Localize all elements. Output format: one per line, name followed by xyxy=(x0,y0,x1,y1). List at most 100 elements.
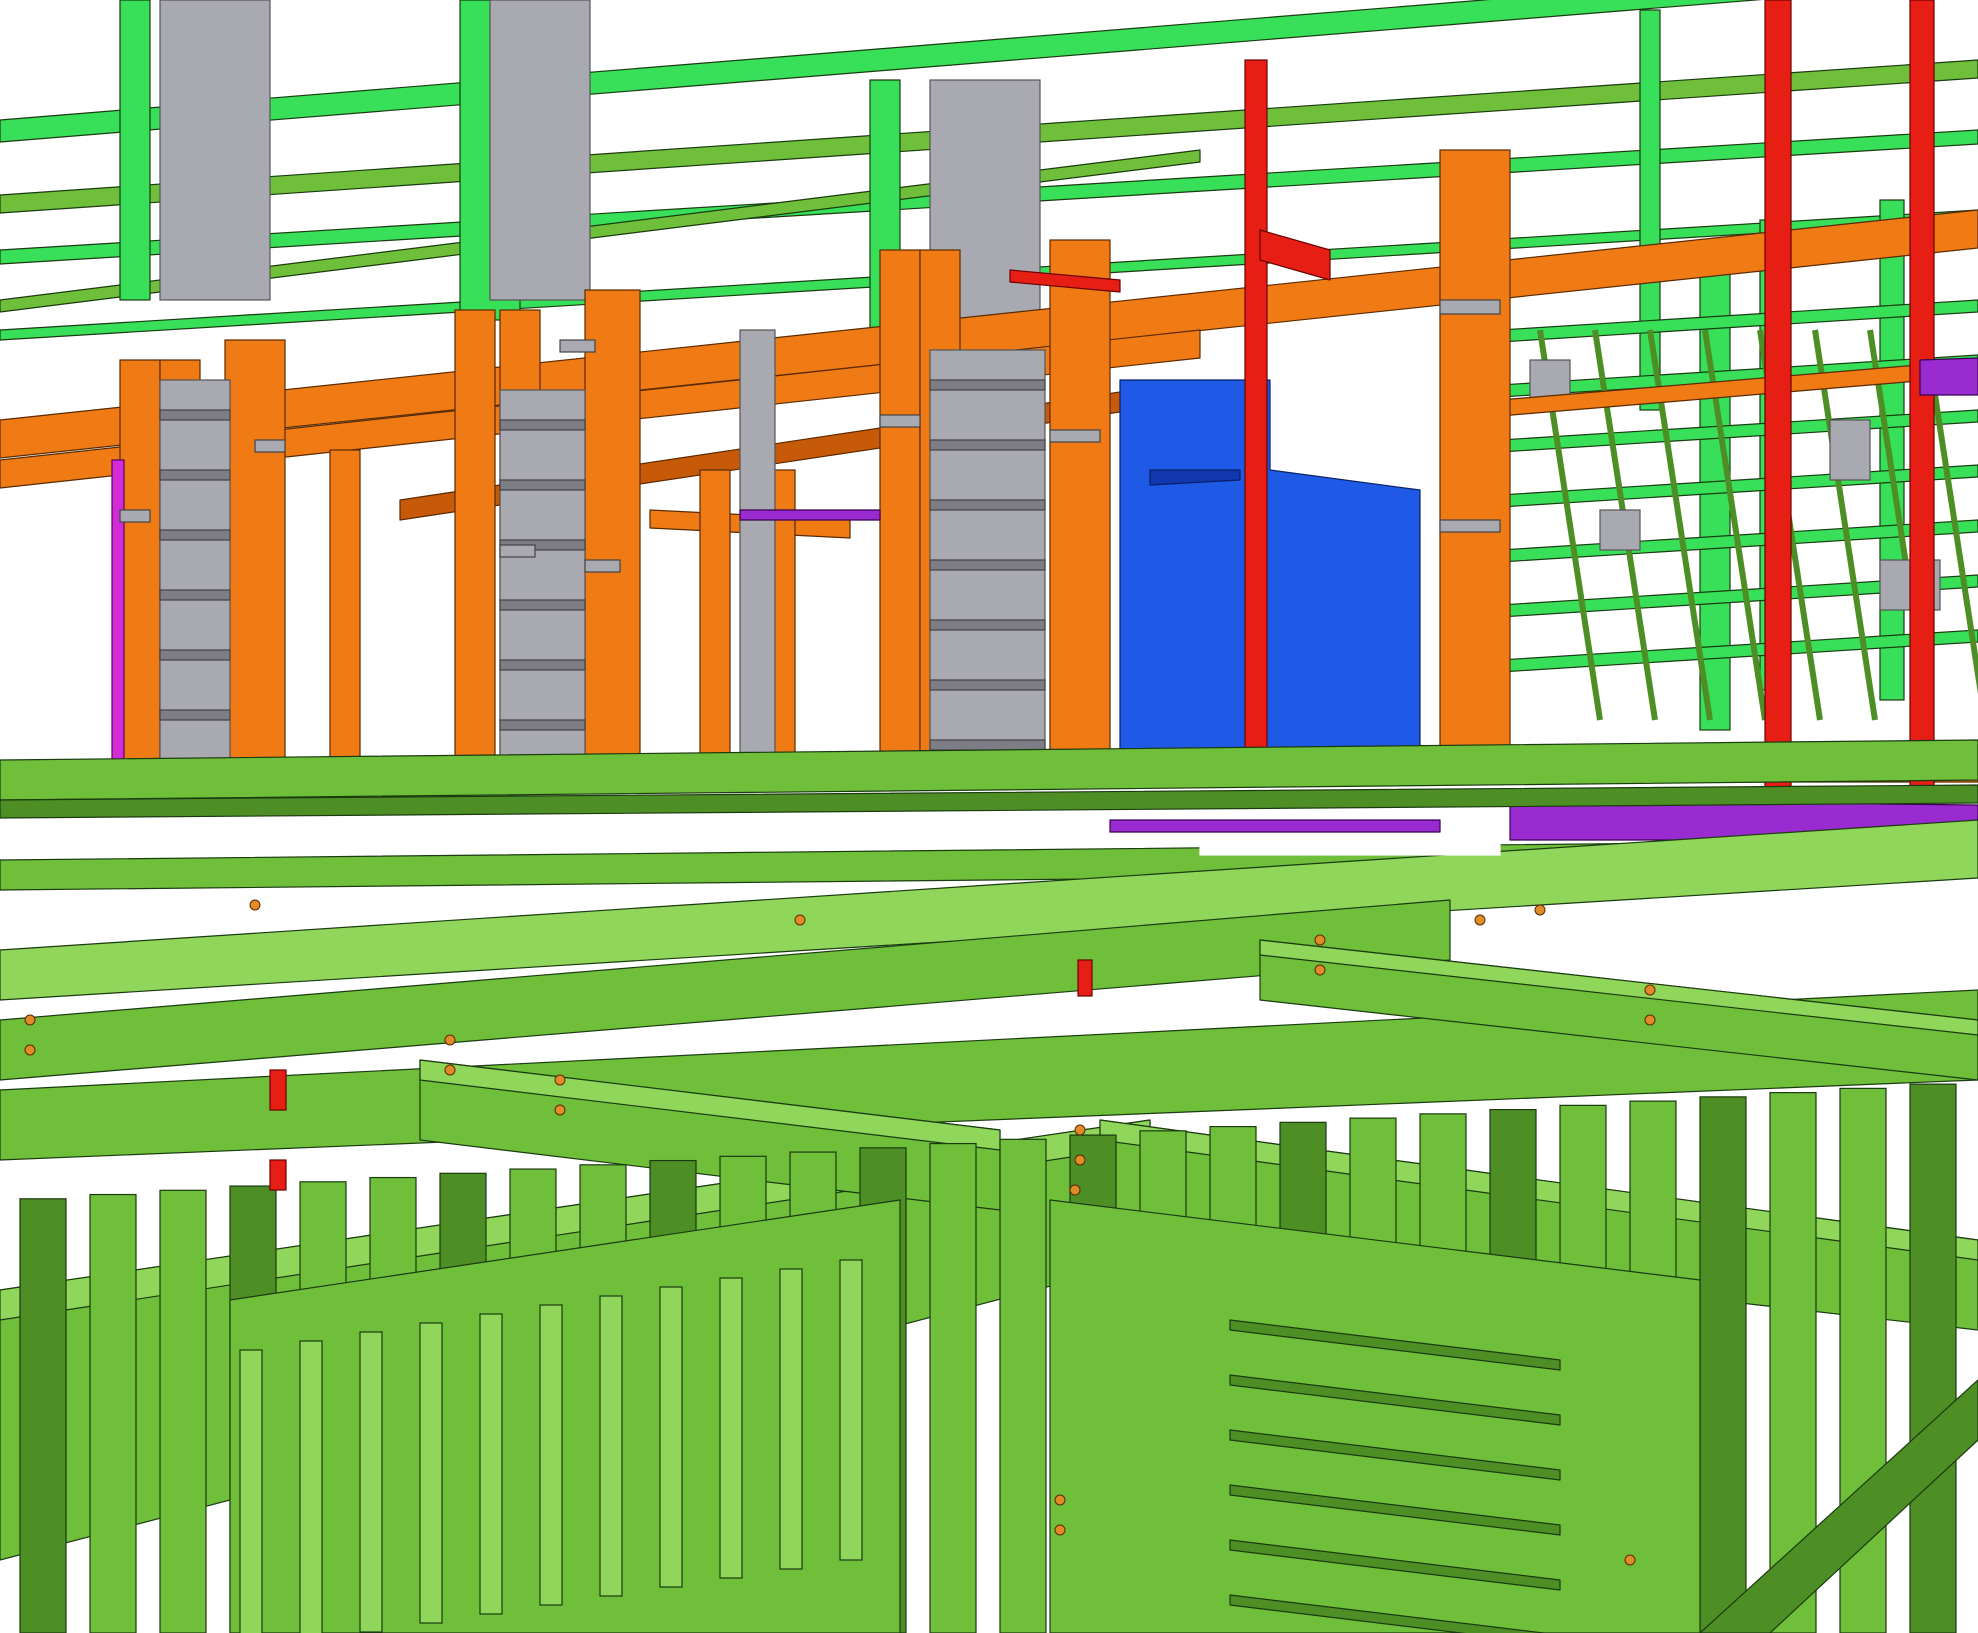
under-floor-web-stiffener xyxy=(89,1193,137,1633)
gray-clip-angle xyxy=(254,439,286,453)
vertical-stiffener xyxy=(359,1331,383,1633)
gray-web-plate xyxy=(159,379,231,761)
gray-column-plate xyxy=(159,0,271,301)
gray-gusset-plate xyxy=(1599,509,1641,551)
bolt xyxy=(24,1044,36,1056)
gray-stiffener xyxy=(929,619,1046,631)
vertical-stiffener xyxy=(839,1259,863,1561)
gray-web-plate xyxy=(739,329,776,761)
background-green-column xyxy=(1639,9,1661,411)
bolt xyxy=(1054,1494,1066,1506)
orange-column xyxy=(1049,239,1111,761)
blue-equipment-block xyxy=(1119,379,1421,761)
gray-stiffener xyxy=(929,559,1046,571)
gray-stiffener xyxy=(499,719,586,731)
vertical-stiffener xyxy=(479,1313,503,1615)
vertical-stiffener xyxy=(599,1295,623,1597)
gray-stiffener xyxy=(159,589,231,601)
vertical-stiffener xyxy=(539,1304,563,1606)
bolt xyxy=(1074,1154,1086,1166)
under-floor-web-stiffener xyxy=(19,1198,67,1633)
under-floor-web-stiffener xyxy=(929,1142,977,1633)
under-floor-web-stiffener xyxy=(1909,1083,1957,1633)
gray-stiffener xyxy=(929,379,1046,391)
purple-deck xyxy=(739,509,881,521)
gray-stiffener xyxy=(929,499,1046,511)
bolt xyxy=(1644,984,1656,996)
right-truss-chord xyxy=(1499,299,1978,343)
gray-clip-angle xyxy=(1439,299,1501,315)
bolt xyxy=(1534,904,1546,916)
vertical-stiffener xyxy=(419,1322,443,1624)
orange-column xyxy=(119,359,161,761)
orange-column xyxy=(224,339,286,761)
red-end-plate xyxy=(269,1159,287,1191)
bolt xyxy=(249,899,261,911)
under-floor-web-stiffener xyxy=(999,1138,1047,1633)
bolt xyxy=(1314,964,1326,976)
bolt xyxy=(554,1074,566,1086)
under-floor-web-stiffener xyxy=(159,1189,207,1633)
bolt xyxy=(794,914,806,926)
red-brace xyxy=(1259,229,1331,281)
gray-stiffener xyxy=(499,479,586,491)
bolt xyxy=(1474,914,1486,926)
red-column xyxy=(1764,0,1792,801)
opening xyxy=(1199,839,1501,856)
gray-stiffener xyxy=(499,659,586,671)
bolt xyxy=(1074,1124,1086,1136)
gray-clip-angle xyxy=(119,509,151,523)
bolt xyxy=(1069,1184,1081,1196)
red-end-plate xyxy=(1077,959,1093,997)
gray-stiffener xyxy=(929,439,1046,451)
vertical-stiffener xyxy=(779,1268,803,1570)
gray-gusset-plate xyxy=(1829,419,1871,481)
bolt xyxy=(554,1104,566,1116)
gray-stiffener xyxy=(929,679,1046,691)
gray-stiffener xyxy=(499,419,586,431)
gray-stiffener xyxy=(929,739,1046,751)
gray-clip-angle xyxy=(879,414,921,428)
orange-column xyxy=(454,309,496,781)
gray-gusset-plate xyxy=(1529,359,1571,401)
gray-clip-angle xyxy=(1439,519,1501,533)
gray-clip-angle xyxy=(559,339,596,353)
vertical-stiffener xyxy=(239,1349,263,1633)
gray-column-plate xyxy=(489,0,591,301)
bolt xyxy=(444,1064,456,1076)
purple-deck xyxy=(1109,819,1441,833)
model-viewport[interactable] xyxy=(0,0,1978,1633)
vertical-stiffener xyxy=(659,1286,683,1588)
gray-clip-angle xyxy=(499,544,536,558)
gray-stiffener xyxy=(159,649,231,661)
bolt xyxy=(444,1034,456,1046)
bolt xyxy=(1624,1554,1636,1566)
right-truss-chord xyxy=(1499,464,1978,508)
bolt xyxy=(1314,934,1326,946)
red-column xyxy=(1244,59,1268,761)
gray-stiffener xyxy=(159,529,231,541)
gray-stiffener xyxy=(159,469,231,481)
red-column xyxy=(1909,0,1935,801)
bolt xyxy=(1054,1524,1066,1536)
gray-stiffener xyxy=(159,709,231,721)
bolt xyxy=(24,1014,36,1026)
right-truss-chord xyxy=(1499,409,1978,453)
orange-column xyxy=(329,449,361,771)
orange-column xyxy=(584,289,641,771)
vertical-stiffener xyxy=(719,1277,743,1579)
orange-column xyxy=(699,469,731,761)
gray-stiffener xyxy=(499,599,586,611)
orange-column xyxy=(1439,149,1511,771)
background-green-column xyxy=(119,0,151,301)
gray-clip-angle xyxy=(584,559,621,573)
magenta-column xyxy=(111,459,125,761)
orange-column xyxy=(879,249,921,761)
vertical-stiffener xyxy=(299,1340,323,1633)
gray-stiffener xyxy=(159,409,231,421)
gray-clip-angle xyxy=(1049,429,1101,443)
purple-deck xyxy=(1919,357,1978,396)
bolt xyxy=(1644,1014,1656,1026)
gray-web-plate xyxy=(499,389,586,761)
steel-structure-3d-view xyxy=(0,0,1978,1633)
